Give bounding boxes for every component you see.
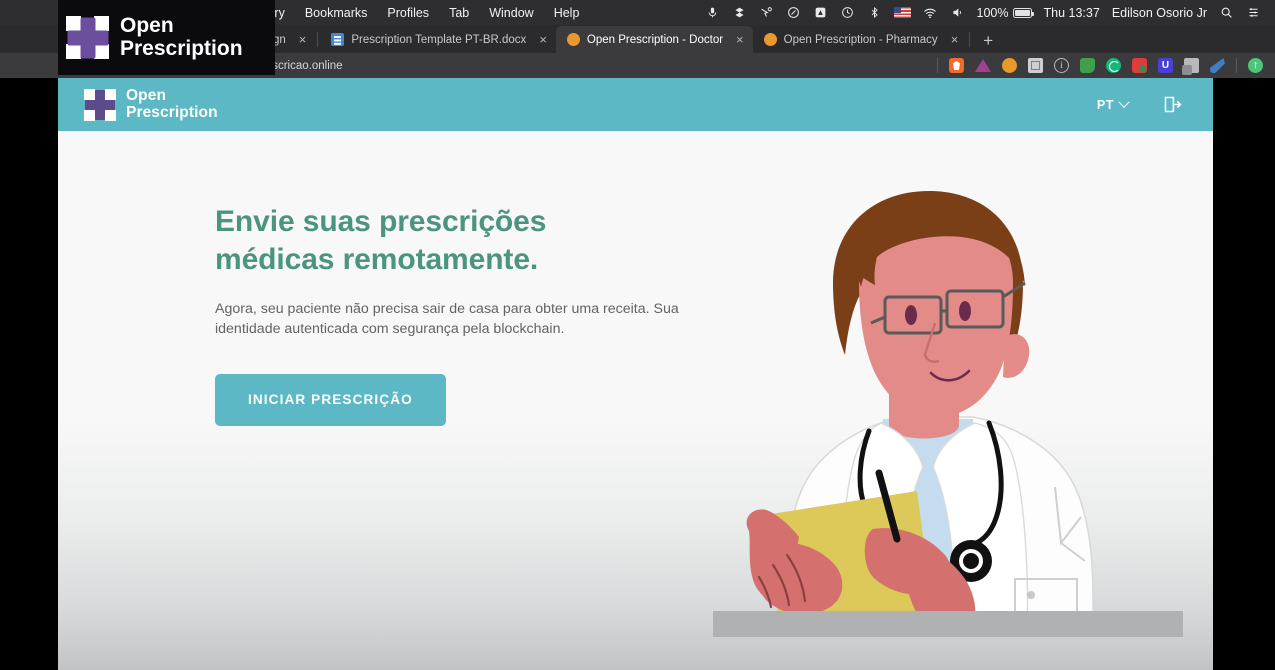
orange-circle-icon[interactable] <box>1002 58 1017 73</box>
logo-line-2: Prescription <box>126 103 218 121</box>
feather-icon[interactable] <box>1210 58 1225 73</box>
overlay-brand-logo: Open Prescription <box>58 0 275 75</box>
hero-title-line-2: médicas remotamente. <box>215 242 539 276</box>
wifi-icon[interactable] <box>923 5 938 20</box>
dropbox-icon[interactable] <box>732 5 747 20</box>
menu-profiles[interactable]: Profiles <box>387 6 429 20</box>
divider <box>937 58 938 73</box>
tab-title: Prescription Template PT-BR.docx <box>351 33 527 46</box>
header-actions: PT <box>1097 94 1183 115</box>
hero-title-line-1: Envie suas prescrições <box>215 205 547 238</box>
us-flag-icon[interactable] <box>893 7 911 18</box>
logo-line-1: Open <box>126 86 167 104</box>
grammarly-icon[interactable] <box>1106 58 1121 73</box>
tab-title: Open Prescription - Doctor <box>586 33 724 46</box>
site-logo-text: Open Prescription <box>126 86 218 121</box>
hero-subtitle-line-1: Agora, seu paciente não precisa sair de … <box>215 300 600 317</box>
orange-circle-icon <box>763 33 777 46</box>
close-icon[interactable]: × <box>299 33 307 46</box>
site-header: Open Prescription PT <box>58 78 1213 131</box>
close-icon[interactable]: × <box>951 33 959 46</box>
menubar-clock[interactable]: Thu 13:37 <box>1044 6 1100 20</box>
battery-status[interactable]: 100% <box>976 5 1034 20</box>
u-extension-icon[interactable] <box>1158 58 1173 73</box>
login-arrow-icon[interactable] <box>1162 94 1183 115</box>
time-machine-icon[interactable] <box>840 5 855 20</box>
volume-icon[interactable] <box>950 5 965 20</box>
download-icon[interactable] <box>1248 58 1263 73</box>
open-prescription-logo-icon <box>66 16 109 59</box>
adobe-icon[interactable] <box>813 5 828 20</box>
menubar-menus: tory Bookmarks Profiles Tab Window Help <box>264 6 579 20</box>
new-tab-button[interactable]: + <box>972 32 1004 53</box>
zeplin-icon[interactable] <box>786 5 801 20</box>
box-icon[interactable] <box>1028 58 1043 73</box>
menubar-status-items: 100% Thu 13:37 Edilson Osorio Jr <box>705 5 1261 20</box>
language-selector[interactable]: PT <box>1096 96 1130 112</box>
tab-divider <box>969 32 971 47</box>
browser-tab-open-prescription-pharmacy[interactable]: Open Prescription - Pharmacy × <box>753 26 968 53</box>
pocket-icon[interactable] <box>1132 58 1147 73</box>
triangle-icon[interactable] <box>975 59 991 72</box>
screen: tory Bookmarks Profiles Tab Window Help … <box>0 0 1275 670</box>
tab-divider <box>317 32 319 47</box>
spotlight-search-icon[interactable] <box>1219 5 1234 20</box>
battery-percent-label: 100% <box>976 5 1009 20</box>
microphone-icon[interactable] <box>705 5 720 20</box>
menubar-username[interactable]: Edilson Osorio Jr <box>1112 6 1207 20</box>
close-icon[interactable]: × <box>736 33 744 46</box>
bandwidth-icon[interactable] <box>759 5 774 20</box>
browser-tab-prescription-template[interactable]: Prescription Template PT-BR.docx × <box>320 26 556 53</box>
info-icon[interactable] <box>1054 58 1069 73</box>
start-prescription-button[interactable]: INICIAR PRESCRIÇÃO <box>215 373 446 426</box>
open-prescription-logo-icon <box>84 88 116 121</box>
menu-tab[interactable]: Tab <box>449 6 469 20</box>
copy-icon[interactable] <box>1182 58 1199 75</box>
doc-icon <box>331 33 345 46</box>
overlay-logo-text: Open Prescription <box>120 14 243 60</box>
evernote-icon[interactable] <box>1080 58 1095 73</box>
page-title: Envie suas prescrições médicas remotamen… <box>215 203 775 279</box>
hero-text-block: Envie suas prescrições médicas remotamen… <box>215 203 775 426</box>
brave-shield-icon[interactable] <box>949 58 964 73</box>
tab-title: Open Prescription - Pharmacy <box>783 33 938 46</box>
menu-window[interactable]: Window <box>489 6 533 20</box>
menu-bookmarks[interactable]: Bookmarks <box>305 6 368 20</box>
browser-extension-icons <box>937 58 1263 75</box>
chevron-down-icon <box>1118 96 1130 108</box>
menu-help[interactable]: Help <box>554 6 580 20</box>
hero-subtitle: Agora, seu paciente não precisa sair de … <box>215 299 715 339</box>
browser-tab-open-prescription-doctor[interactable]: Open Prescription - Doctor × <box>555 26 753 53</box>
doctor-with-clipboard-illustration <box>713 187 1183 637</box>
language-label: PT <box>1096 97 1114 112</box>
divider <box>1236 58 1237 73</box>
overlay-logo-line-2: Prescription <box>120 36 243 60</box>
close-icon[interactable]: × <box>539 33 547 46</box>
overlay-logo-line-1: Open <box>120 14 174 38</box>
battery-icon <box>1012 7 1034 18</box>
orange-circle-icon <box>566 33 580 46</box>
webpage-viewport: Open Prescription PT Envie suas prescriç… <box>58 78 1213 670</box>
site-logo[interactable]: Open Prescription <box>84 86 218 121</box>
bluetooth-icon[interactable] <box>867 5 882 20</box>
control-center-icon[interactable] <box>1246 5 1261 20</box>
